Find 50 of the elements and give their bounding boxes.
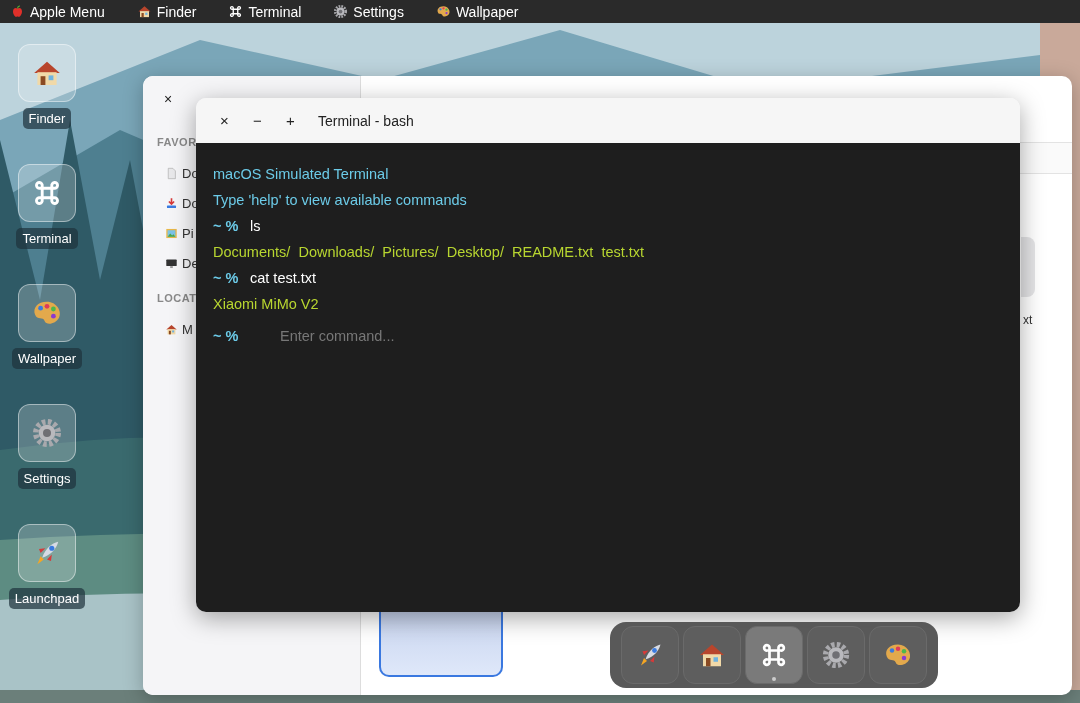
dock-item[interactable] [683, 626, 741, 684]
file-tile[interactable] [1021, 237, 1035, 297]
desktop-app-icon[interactable] [18, 404, 76, 462]
command-icon [228, 4, 244, 19]
close-button[interactable]: × [164, 91, 173, 107]
house-icon [136, 4, 152, 19]
menu-item[interactable]: Settings [333, 3, 404, 20]
sidebar-heading: LOCAT [157, 292, 198, 304]
desktop-app-icon[interactable] [18, 164, 76, 222]
prompt: ~ % [213, 218, 240, 234]
selected-file-tile[interactable] [379, 612, 503, 677]
command-input[interactable]: Enter command... [280, 328, 580, 344]
settings-icon [821, 640, 851, 670]
house-icon [165, 322, 178, 336]
prompt: ~ % [213, 328, 240, 344]
desktop-app-icon[interactable] [18, 284, 76, 342]
desktop-icon-label: Launchpad [8, 588, 86, 609]
document-icon [165, 166, 178, 180]
menu-item[interactable]: Terminal [228, 3, 302, 20]
window-control-button[interactable]: × [215, 112, 234, 129]
image-icon [165, 226, 178, 240]
desktop-icon-label: Wallpaper [12, 348, 83, 369]
settings-icon [333, 4, 349, 19]
dock-item[interactable] [807, 626, 865, 684]
file-label: xt [1023, 313, 1033, 327]
sidebar-heading: FAVOR [157, 136, 198, 148]
desktop-app-icon[interactable] [18, 524, 76, 582]
window-control-button[interactable]: − [248, 112, 267, 129]
download-icon [165, 196, 178, 210]
desktop-icon-label: Settings [17, 468, 77, 489]
dock-item[interactable] [745, 626, 803, 684]
settings-icon [31, 417, 63, 449]
terminal-line: Type 'help' to view available commands [213, 191, 468, 210]
window-control-button[interactable]: + [281, 112, 300, 129]
terminal-line: macOS Simulated Terminal [213, 165, 390, 184]
prompt: ~ % [213, 270, 240, 286]
desktop-icon-label: Finder [22, 108, 72, 129]
apple-icon [10, 4, 25, 19]
menu-item[interactable]: Wallpaper [435, 3, 519, 20]
desktop-icon-label: Terminal [16, 228, 78, 249]
dock-item[interactable] [869, 626, 927, 684]
terminal-output: Xiaomi MiMo V2 [213, 295, 320, 314]
terminal-output: Documents/ Downloads/ Pictures/ Desktop/ README.txt test.txt [213, 243, 646, 262]
palette-icon [435, 4, 451, 19]
menu-item[interactable]: Finder [136, 3, 197, 20]
command-text: ls [250, 218, 261, 234]
window-title: Terminal - bash [318, 112, 414, 129]
menu-item[interactable]: Apple Menu [10, 3, 105, 20]
desktop-app-icon[interactable] [18, 44, 76, 102]
command-text: cat test.txt [250, 270, 317, 286]
